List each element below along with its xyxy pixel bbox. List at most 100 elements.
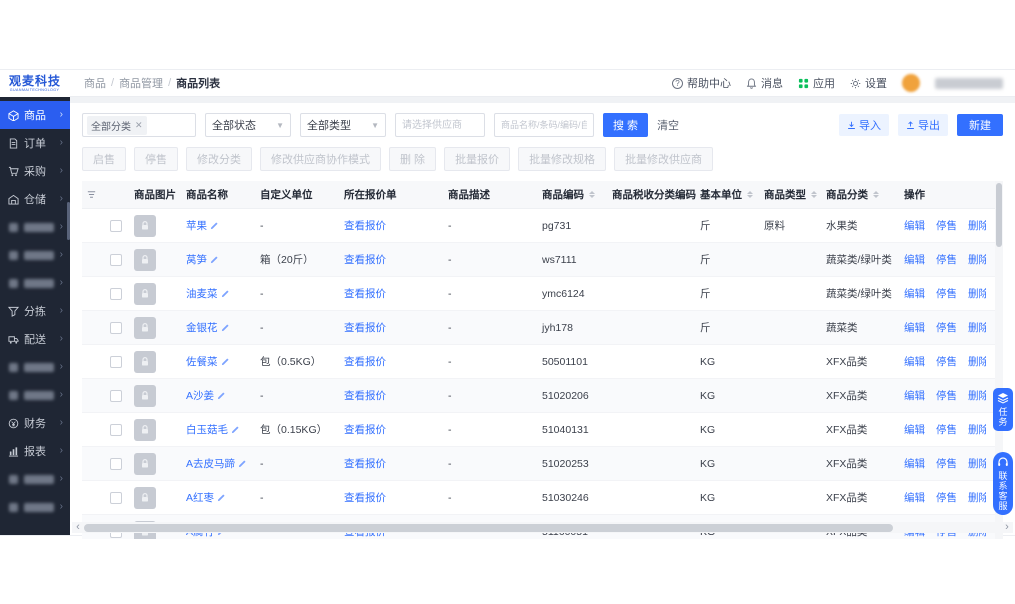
view-quote-link[interactable]: 查看报价 bbox=[344, 252, 386, 267]
delete-action-link[interactable]: 删除 bbox=[968, 422, 986, 437]
sidebar-item-orders[interactable]: 订单 › bbox=[0, 129, 70, 157]
product-name-link[interactable]: 佐餐菜 bbox=[186, 354, 218, 369]
horizontal-scrollbar[interactable]: ‹ › bbox=[72, 522, 1013, 533]
edit-action-link[interactable]: 编辑 bbox=[904, 490, 925, 505]
product-name-link[interactable]: A去皮马蹄 bbox=[186, 456, 235, 471]
bulk-action-button[interactable]: 批量修改供应商 bbox=[614, 147, 714, 171]
row-checkbox[interactable] bbox=[110, 321, 122, 334]
column-header[interactable]: 商品类型 bbox=[760, 187, 822, 202]
product-name-link[interactable]: 白玉菇毛 bbox=[186, 422, 228, 437]
scroll-left-arrow[interactable]: ‹ bbox=[72, 522, 84, 533]
product-name-link[interactable]: 苹果 bbox=[186, 218, 207, 233]
edit-action-link[interactable]: 编辑 bbox=[904, 388, 925, 403]
edit-pencil-icon[interactable] bbox=[221, 357, 230, 366]
scroll-right-arrow[interactable]: › bbox=[1001, 522, 1013, 533]
sidebar-item-purchase[interactable]: 采购 › bbox=[0, 157, 70, 185]
sort-icon[interactable] bbox=[811, 191, 817, 198]
type-select[interactable]: 全部类型 ▼ bbox=[300, 113, 386, 137]
sidebar-item-blurred-4[interactable]: › bbox=[0, 353, 70, 381]
stop-sale-action-link[interactable]: 停售 bbox=[936, 490, 957, 505]
sidebar-item-blurred-5[interactable]: › bbox=[0, 381, 70, 409]
sidebar-item-report[interactable]: 报表 › bbox=[0, 437, 70, 465]
view-quote-link[interactable]: 查看报价 bbox=[344, 354, 386, 369]
avatar[interactable] bbox=[902, 74, 920, 92]
stop-sale-action-link[interactable]: 停售 bbox=[936, 320, 957, 335]
view-quote-link[interactable]: 查看报价 bbox=[344, 218, 386, 233]
product-name-link[interactable]: A红枣 bbox=[186, 490, 214, 505]
delete-action-link[interactable]: 删除 bbox=[968, 388, 986, 403]
edit-pencil-icon[interactable] bbox=[221, 323, 230, 332]
sort-icon[interactable] bbox=[747, 191, 753, 198]
edit-action-link[interactable]: 编辑 bbox=[904, 320, 925, 335]
help-center-link[interactable]: ? 帮助中心 bbox=[672, 75, 731, 91]
edit-pencil-icon[interactable] bbox=[210, 255, 219, 264]
edit-pencil-icon[interactable] bbox=[221, 289, 230, 298]
sidebar-item-goods[interactable]: 商品 › bbox=[0, 101, 70, 129]
status-select[interactable]: 全部状态 ▼ bbox=[205, 113, 291, 137]
edit-pencil-icon[interactable] bbox=[217, 391, 226, 400]
search-button[interactable]: 搜 索 bbox=[603, 113, 649, 137]
row-checkbox[interactable] bbox=[110, 253, 122, 266]
apps-link[interactable]: 应用 bbox=[798, 75, 835, 91]
sidebar-item-blurred-1[interactable]: › bbox=[0, 213, 70, 241]
tasks-float-button[interactable]: 任务 bbox=[993, 388, 1013, 431]
sidebar-item-blurred-7[interactable]: › bbox=[0, 493, 70, 521]
keyword-search-input[interactable] bbox=[494, 113, 594, 137]
bulk-action-button[interactable]: 修改供应商协作模式 bbox=[260, 147, 381, 171]
stop-sale-action-link[interactable]: 停售 bbox=[936, 286, 957, 301]
row-checkbox[interactable] bbox=[110, 287, 122, 300]
stop-sale-action-link[interactable]: 停售 bbox=[936, 456, 957, 471]
row-checkbox[interactable] bbox=[110, 389, 122, 402]
bulk-action-button[interactable]: 批量修改规格 bbox=[518, 147, 607, 171]
stop-sale-action-link[interactable]: 停售 bbox=[936, 422, 957, 437]
column-settings-icon[interactable] bbox=[82, 189, 106, 200]
edit-pencil-icon[interactable] bbox=[231, 425, 240, 434]
remove-tag-icon[interactable]: ✕ bbox=[135, 120, 143, 131]
sidebar-item-blurred-3[interactable]: › bbox=[0, 269, 70, 297]
brand-logo[interactable]: 观麦科技 GUANMAITECHNOLOGY bbox=[0, 70, 70, 97]
edit-action-link[interactable]: 编辑 bbox=[904, 354, 925, 369]
delete-action-link[interactable]: 删除 bbox=[968, 320, 986, 335]
product-name-link[interactable]: A沙姜 bbox=[186, 388, 214, 403]
edit-action-link[interactable]: 编辑 bbox=[904, 422, 925, 437]
sidebar-item-blurred-6[interactable]: › bbox=[0, 465, 70, 493]
edit-pencil-icon[interactable] bbox=[217, 493, 226, 502]
sidebar-item-sorting[interactable]: 分拣 › bbox=[0, 297, 70, 325]
bulk-action-button[interactable]: 停售 bbox=[134, 147, 178, 171]
clear-button[interactable]: 清空 bbox=[657, 117, 679, 133]
view-quote-link[interactable]: 查看报价 bbox=[344, 320, 386, 335]
settings-link[interactable]: 设置 bbox=[850, 75, 887, 91]
breadcrumb-goods[interactable]: 商品 bbox=[84, 75, 106, 91]
horizontal-scrollbar-thumb[interactable] bbox=[84, 523, 894, 532]
support-float-button[interactable]: 联系客服 bbox=[993, 452, 1013, 515]
edit-action-link[interactable]: 编辑 bbox=[904, 252, 925, 267]
breadcrumb-goods-management[interactable]: 商品管理 bbox=[119, 75, 163, 91]
view-quote-link[interactable]: 查看报价 bbox=[344, 388, 386, 403]
product-name-link[interactable]: 金银花 bbox=[186, 320, 218, 335]
column-header[interactable]: 商品编码 bbox=[538, 187, 608, 202]
product-name-link[interactable]: 油麦菜 bbox=[186, 286, 218, 301]
edit-action-link[interactable]: 编辑 bbox=[904, 286, 925, 301]
column-header[interactable]: 基本单位 bbox=[696, 187, 760, 202]
sidebar-item-finance[interactable]: 财务 › bbox=[0, 409, 70, 437]
bulk-action-button[interactable]: 启售 bbox=[82, 147, 126, 171]
create-button[interactable]: 新建 bbox=[957, 114, 1003, 136]
delete-action-link[interactable]: 删除 bbox=[968, 354, 986, 369]
edit-pencil-icon[interactable] bbox=[210, 221, 219, 230]
row-checkbox[interactable] bbox=[110, 355, 122, 368]
row-checkbox[interactable] bbox=[110, 491, 122, 504]
sidebar-item-delivery[interactable]: 配送 › bbox=[0, 325, 70, 353]
bulk-action-button[interactable]: 批量报价 bbox=[444, 147, 511, 171]
view-quote-link[interactable]: 查看报价 bbox=[344, 286, 386, 301]
stop-sale-action-link[interactable]: 停售 bbox=[936, 252, 957, 267]
product-name-link[interactable]: 莴笋 bbox=[186, 252, 207, 267]
view-quote-link[interactable]: 查看报价 bbox=[344, 422, 386, 437]
delete-action-link[interactable]: 删除 bbox=[968, 456, 986, 471]
sidebar-item-blurred-2[interactable]: › bbox=[0, 241, 70, 269]
delete-action-link[interactable]: 删除 bbox=[968, 286, 986, 301]
row-checkbox[interactable] bbox=[110, 457, 122, 470]
bulk-action-button[interactable]: 删 除 bbox=[389, 147, 437, 171]
edit-pencil-icon[interactable] bbox=[238, 459, 247, 468]
messages-link[interactable]: 消息 bbox=[746, 75, 783, 91]
delete-action-link[interactable]: 删除 bbox=[968, 252, 986, 267]
